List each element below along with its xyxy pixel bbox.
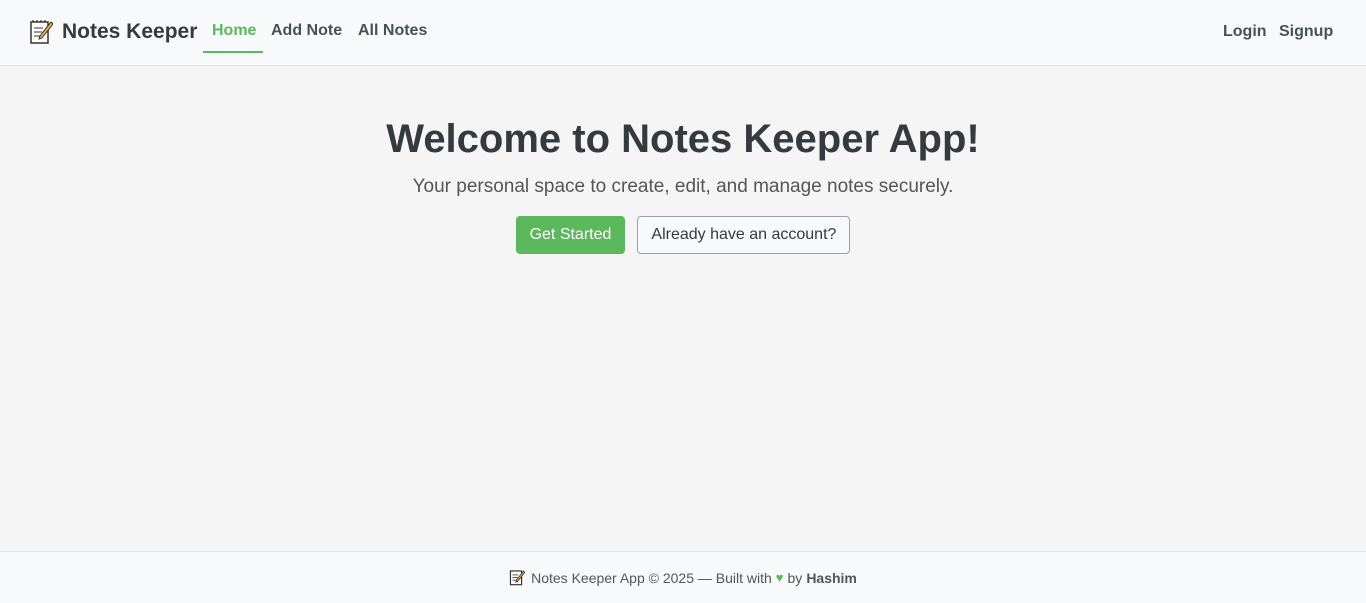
hero-title: Welcome to Notes Keeper App! [386, 117, 980, 161]
nav-login[interactable]: Login [1223, 23, 1267, 41]
login-prompt-button[interactable]: Already have an account? [637, 216, 851, 254]
memo-icon [29, 19, 54, 45]
footer-by: by [787, 569, 803, 586]
nav-all-notes[interactable]: All Notes [358, 22, 427, 40]
footer-text: Notes Keeper App © 2025 — Built with [531, 569, 772, 586]
footer-author: Hashim [806, 569, 857, 586]
navbar: Notes Keeper Home Add Note All Notes Log… [0, 0, 1366, 66]
hero-section: Welcome to Notes Keeper App! Your person… [0, 115, 1366, 254]
nav-home[interactable]: Home [212, 22, 256, 40]
brand-link[interactable]: Notes Keeper [29, 19, 197, 45]
active-tab-indicator [203, 51, 263, 53]
footer: Notes Keeper App © 2025 — Built with ♥ b… [0, 551, 1366, 603]
brand-name: Notes Keeper [62, 20, 198, 43]
hero-subtitle: Your personal space to create, edit, and… [412, 176, 954, 197]
hero-buttons: Get Started Already have an account? [0, 216, 1366, 254]
get-started-button[interactable]: Get Started [515, 216, 626, 254]
nav-add-note[interactable]: Add Note [271, 22, 342, 40]
nav-signup[interactable]: Signup [1279, 23, 1333, 41]
heart-icon: ♥ [775, 570, 784, 585]
memo-icon [509, 569, 526, 586]
